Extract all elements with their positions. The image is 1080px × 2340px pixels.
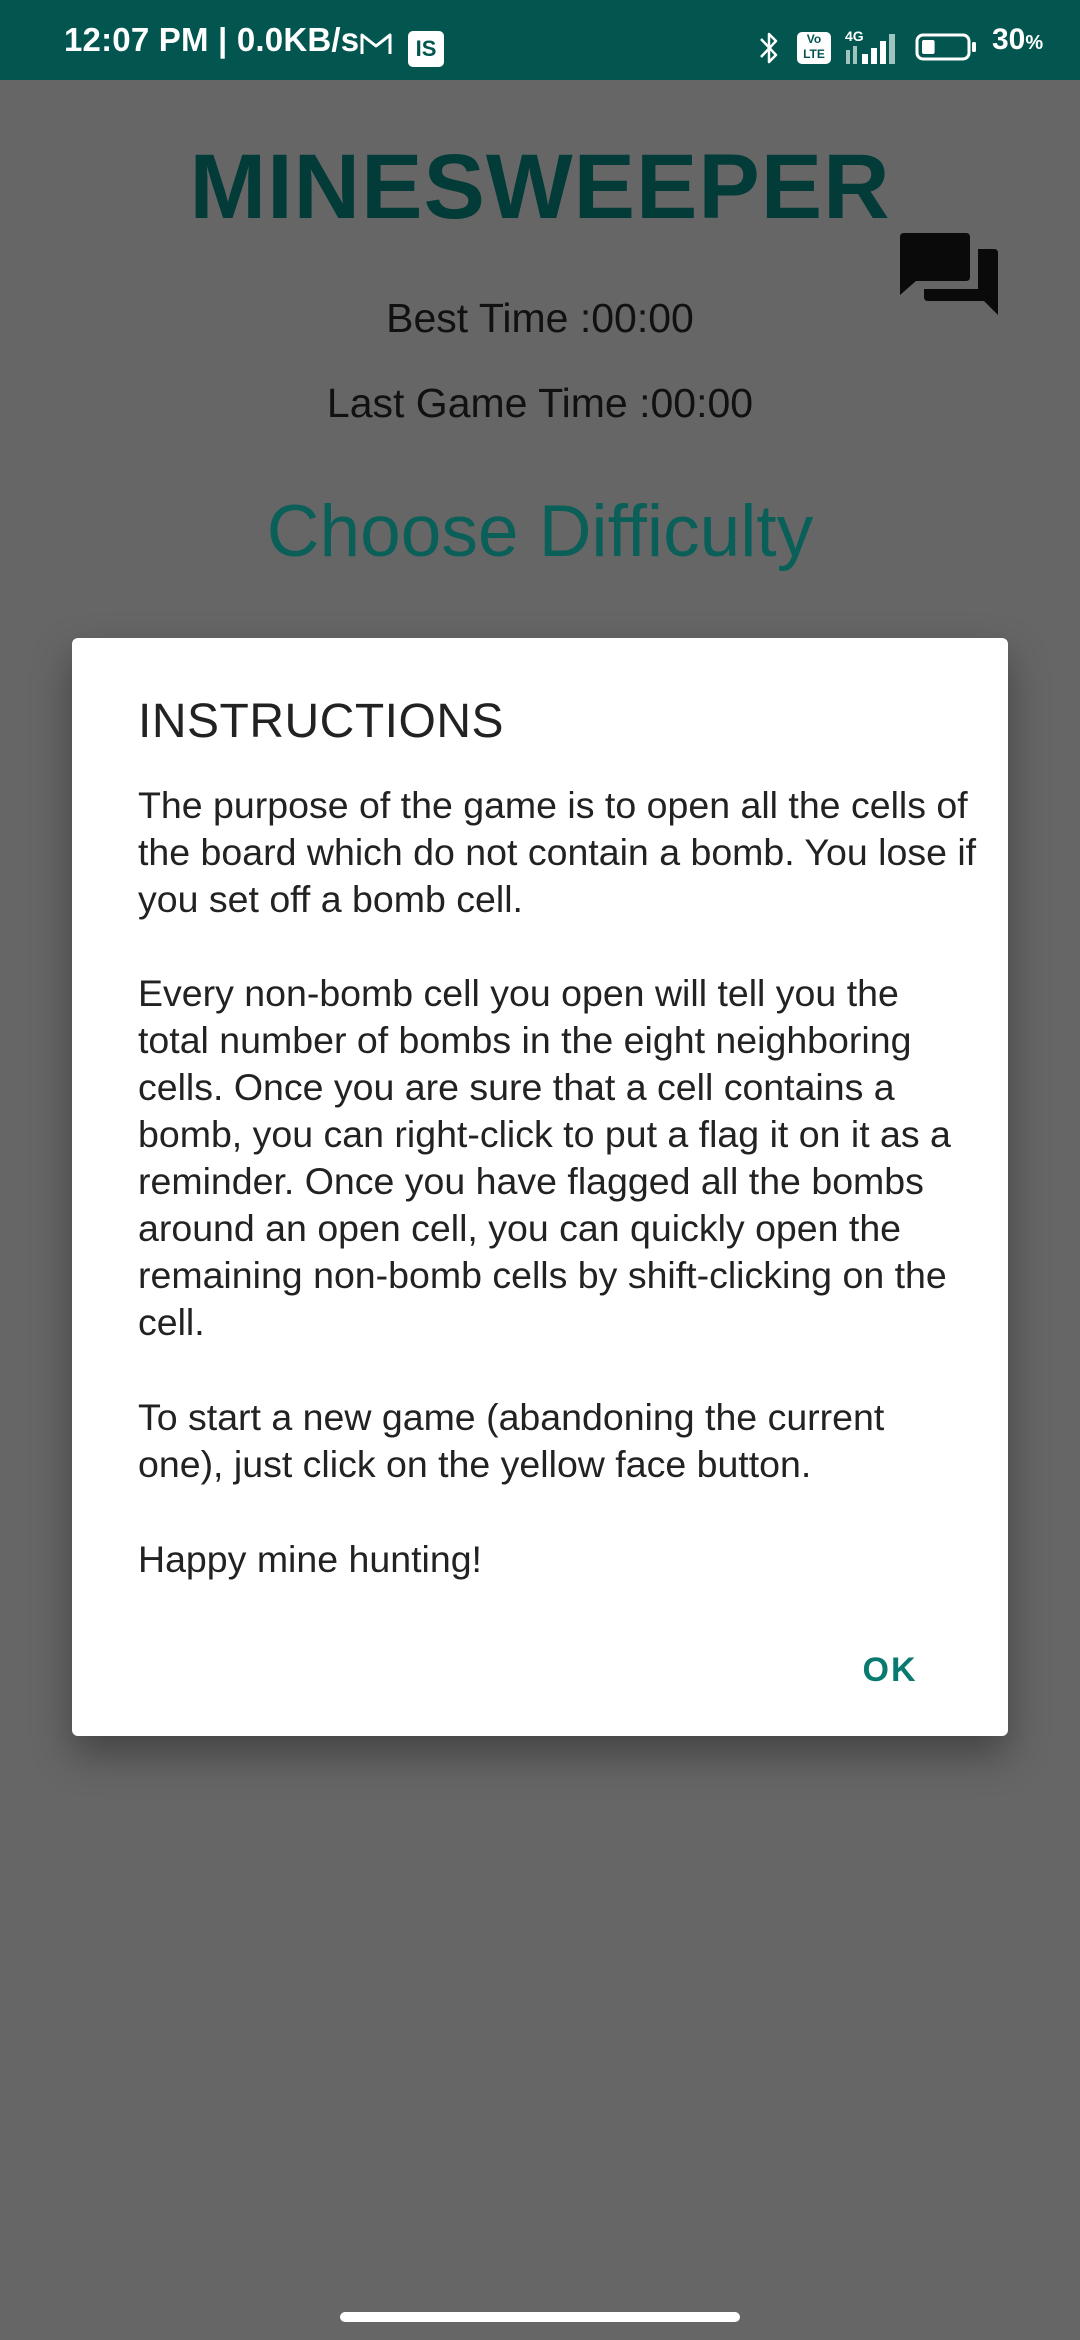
app-badge-icon: IS (408, 31, 444, 67)
battery-percent-value: 30 (992, 23, 1026, 56)
home-indicator[interactable] (340, 2312, 740, 2322)
volte-icon: Vo LTE (797, 32, 831, 64)
instructions-paragraph: Every non-bomb cell you open will tell y… (138, 972, 951, 1343)
last-game-time-label: Last Game Time :00:00 (326, 380, 754, 426)
battery-icon (915, 33, 976, 61)
instructions-paragraph: The purpose of the game is to open all t… (138, 784, 977, 920)
battery-level-fill (922, 40, 935, 54)
gmail-icon (360, 33, 392, 54)
status-time-speed: 12:07 PM | 0.0KB/s (64, 21, 360, 58)
bluetooth-icon (760, 32, 778, 64)
best-time-label: Best Time :00:00 (386, 295, 694, 341)
app-title: MINESWEEPER (189, 136, 891, 238)
instructions-paragraph: Happy mine hunting! (138, 1538, 482, 1580)
battery-percent: 30% (992, 0, 1043, 80)
ok-button[interactable]: OK (830, 1636, 950, 1704)
battery-percent-unit: % (1025, 32, 1044, 54)
signal-icon (846, 34, 895, 64)
status-bar: 12:07 PM | 0.0KB/s IS Vo LTE 4G 30% (0, 0, 1080, 80)
dialog-title: INSTRUCTIONS (138, 695, 504, 748)
choose-difficulty-heading: Choose Difficulty (266, 491, 814, 572)
instructions-dialog: INSTRUCTIONS The purpose of the game is … (72, 638, 1008, 1736)
instructions-paragraph: To start a new game (abandoning the curr… (138, 1396, 885, 1485)
